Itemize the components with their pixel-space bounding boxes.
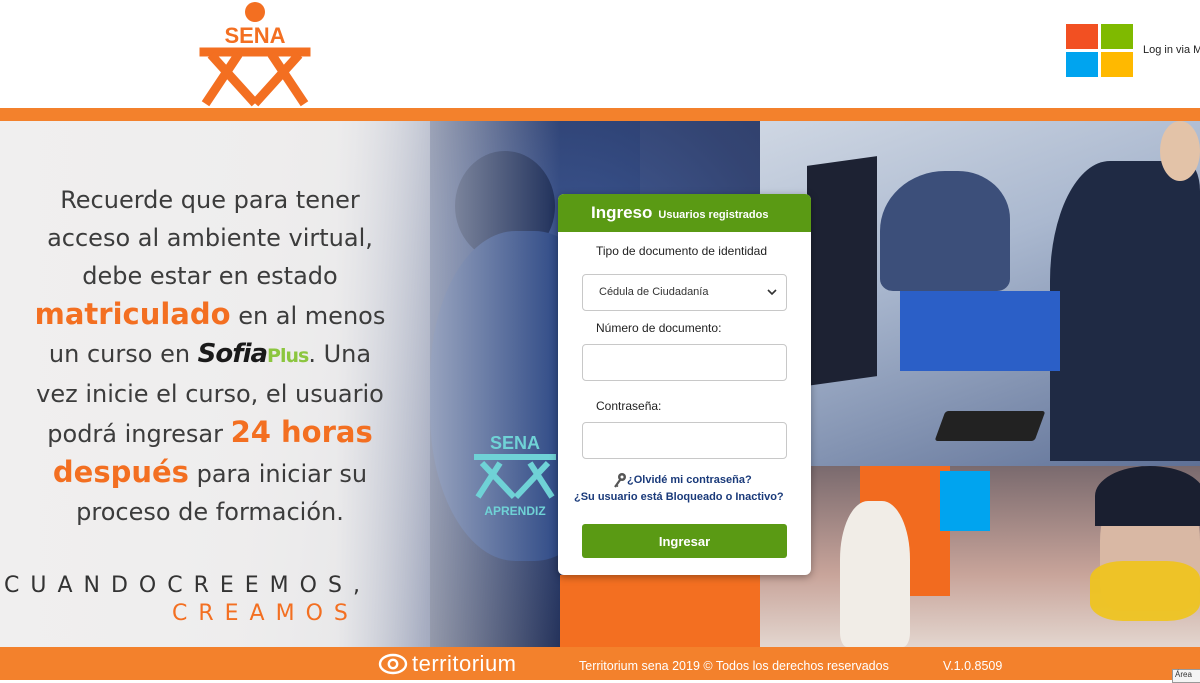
login-subtitle: Usuarios registrados [658, 209, 769, 221]
sofia-plus-logo: SofiaPlus [197, 339, 310, 369]
footer: territorium Territorium sena 2019 © Todo… [0, 647, 1200, 680]
login-title: Ingreso [591, 203, 653, 222]
territorium-logo[interactable]: territorium [378, 651, 517, 677]
header-orange-bar [0, 108, 1200, 121]
forgot-password-text: ¿Olvidé mi contraseña? [627, 474, 752, 486]
doc-number-label: Número de documento: [596, 321, 722, 335]
blocked-user-link[interactable]: ¿Su usuario está Bloqueado o Inactivo? [574, 491, 784, 503]
doc-type-selected-value: Cédula de Ciudadanía [599, 286, 709, 298]
password-label: Contraseña: [596, 399, 662, 413]
slogan-line-1: CUANDOCREEMOS, [4, 573, 371, 598]
svg-text:APRENDIZ: APRENDIZ [484, 504, 545, 518]
login-submit-button[interactable]: Ingresar [582, 524, 787, 558]
key-icon [614, 473, 626, 488]
forgot-password-link[interactable]: ¿Olvidé mi contraseña? [613, 472, 752, 488]
svg-text:SENA: SENA [490, 433, 540, 453]
login-card-header: Ingreso Usuarios registrados [558, 194, 811, 232]
chevron-down-icon [767, 289, 777, 296]
doc-number-input[interactable] [582, 344, 787, 381]
slogan-line-2: CREAMOS [172, 601, 359, 626]
password-input[interactable] [582, 422, 787, 459]
corner-area-tag: Área [1172, 669, 1200, 683]
header: SENA Log in via M [0, 0, 1200, 108]
enrollment-message: Recuerde que para tener acceso al ambien… [34, 186, 386, 526]
doc-type-select[interactable]: Cédula de Ciudadanía [582, 274, 787, 311]
footer-version: V.1.0.8509 [943, 659, 1003, 673]
microsoft-login-link[interactable]: Log in via M [1143, 44, 1200, 56]
sena-logo-text: SENA [224, 23, 285, 48]
footer-copyright: Territorium sena 2019 © Todos los derech… [579, 659, 889, 673]
territorium-eye-icon [378, 653, 408, 675]
doc-type-label: Tipo de documento de identidad [596, 244, 768, 258]
sena-logo[interactable]: SENA [196, 0, 314, 108]
microsoft-logo-icon[interactable] [1066, 24, 1134, 78]
territorium-brand-text: territorium [412, 651, 517, 676]
login-card: Ingreso Usuarios registrados Tipo de doc… [558, 194, 811, 575]
sena-apprentice-badge-icon: SENA APRENDIZ [474, 433, 556, 518]
